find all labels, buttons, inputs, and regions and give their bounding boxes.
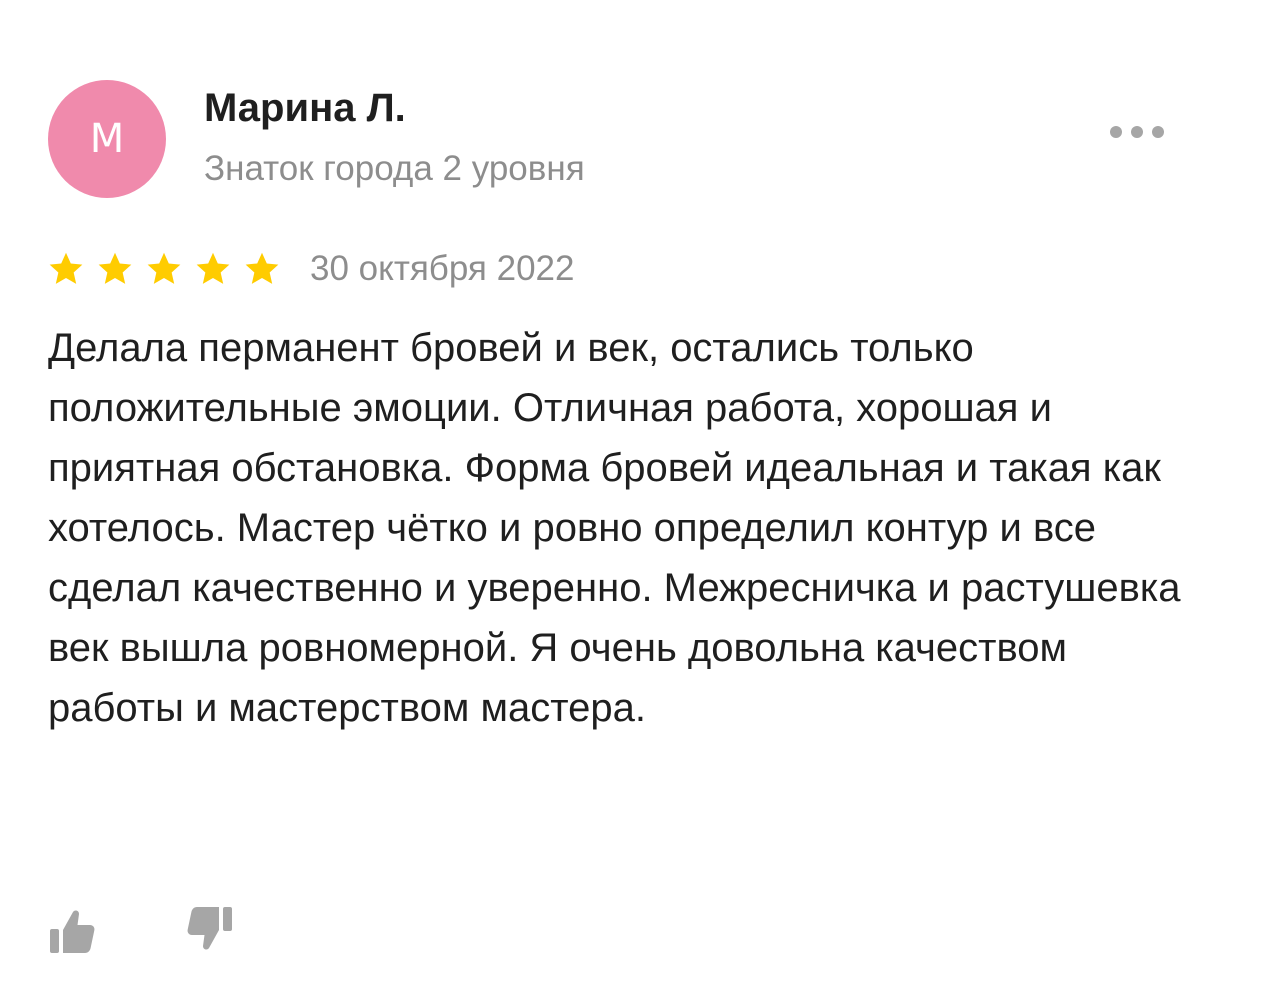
rating-row: 30 октября 2022 [48, 244, 574, 294]
star-icon [245, 252, 279, 284]
more-dots-icon [1110, 126, 1164, 138]
star-rating [48, 251, 293, 287]
author-level: Знаток города 2 уровня [204, 149, 585, 188]
review-date: 30 октября 2022 [310, 249, 575, 288]
thumbs-down-icon [187, 907, 232, 950]
author-name[interactable]: Марина Л. [204, 86, 406, 131]
avatar[interactable]: М [48, 80, 166, 198]
star-icon [196, 252, 230, 284]
like-button[interactable] [48, 908, 96, 956]
avatar-initial: М [89, 116, 125, 162]
star-icon [49, 252, 83, 284]
star-icon [147, 252, 181, 284]
review-text: Делала перманент бровей и век, остались … [48, 326, 1181, 730]
dislike-button[interactable] [186, 904, 234, 952]
more-options-button[interactable] [1104, 116, 1170, 148]
thumbs-up-icon [50, 910, 95, 953]
star-icon [98, 252, 132, 284]
